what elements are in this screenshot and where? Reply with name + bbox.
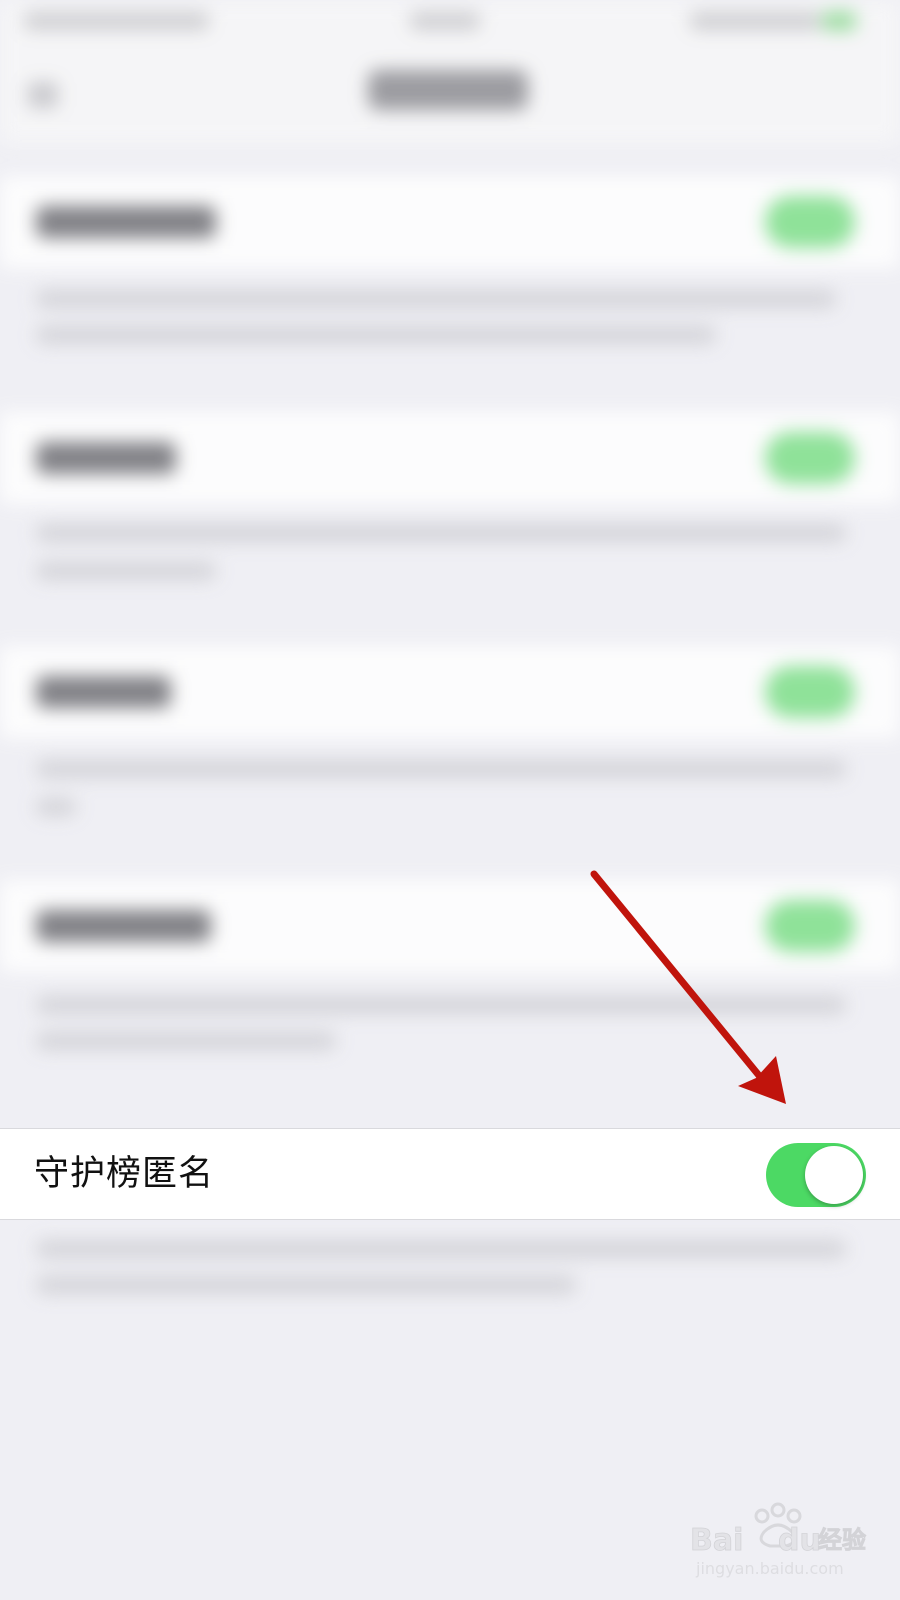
setting-description <box>36 996 846 1014</box>
setting-description <box>36 1276 576 1294</box>
setting-description <box>36 760 846 778</box>
setting-description <box>36 524 846 542</box>
setting-description <box>36 290 836 308</box>
baidu-jingyan-watermark-icon: Bai du 经验 jingyan.baidu.com <box>690 1502 866 1578</box>
toggle-switch[interactable] <box>765 666 855 718</box>
anonymous-ranking-toggle[interactable] <box>766 1143 866 1207</box>
setting-row[interactable] <box>0 412 900 504</box>
anonymous-ranking-row[interactable]: 守护榜匿名 <box>0 1128 900 1220</box>
svg-text:经验: 经验 <box>818 1526 866 1554</box>
setting-description <box>36 326 716 344</box>
setting-row[interactable] <box>0 176 900 268</box>
setting-label <box>36 910 211 942</box>
status-carrier <box>24 12 209 30</box>
setting-label <box>36 206 216 238</box>
setting-row[interactable] <box>0 880 900 972</box>
setting-label <box>36 676 171 708</box>
status-indicators <box>690 12 820 30</box>
status-bar <box>0 0 900 44</box>
back-icon[interactable] <box>28 82 58 108</box>
setting-description <box>36 1032 336 1050</box>
svg-text:Bai: Bai <box>690 1523 743 1558</box>
setting-label <box>36 442 176 474</box>
setting-label: 守护榜匿名 <box>34 1154 215 1194</box>
battery-icon <box>822 12 856 30</box>
toggle-switch[interactable] <box>765 196 855 248</box>
blurred-background <box>0 0 900 1600</box>
page-title <box>368 70 528 110</box>
setting-description <box>36 562 216 580</box>
status-time <box>410 12 480 30</box>
svg-text:du: du <box>778 1523 821 1558</box>
setting-row[interactable] <box>0 646 900 738</box>
navigation-bar <box>0 44 900 144</box>
setting-description <box>36 798 76 816</box>
watermark-url: jingyan.baidu.com <box>695 1559 844 1578</box>
toggle-switch[interactable] <box>765 900 855 952</box>
toggle-knob[interactable] <box>805 1146 863 1204</box>
toggle-switch[interactable] <box>765 432 855 484</box>
setting-description <box>36 1240 846 1258</box>
